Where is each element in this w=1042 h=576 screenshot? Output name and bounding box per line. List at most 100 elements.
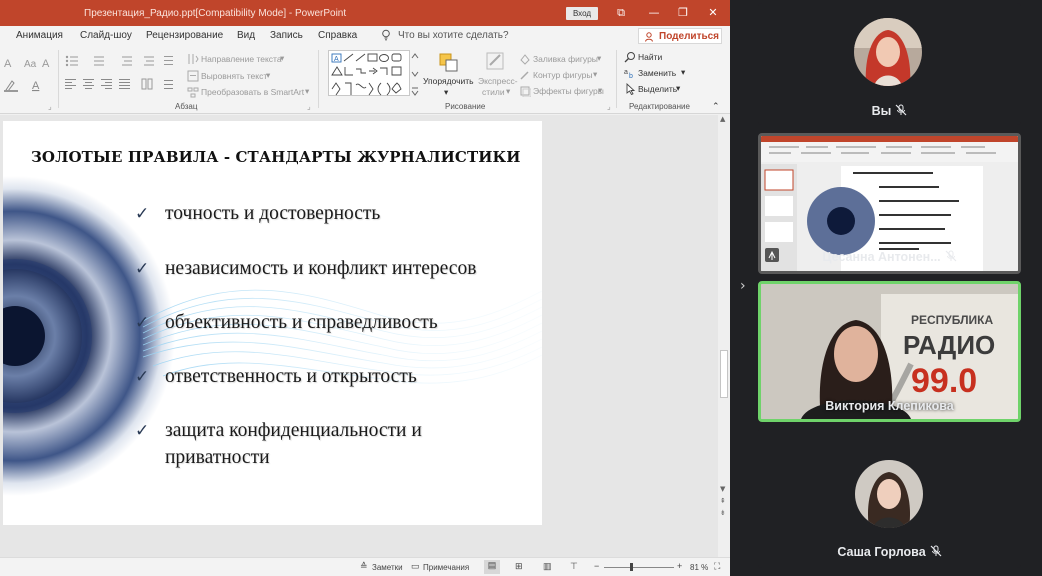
participant-name-p3: Виктория Клепикова — [825, 399, 954, 413]
fit-to-window-icon[interactable]: ⛶ — [714, 561, 720, 572]
bullet-text: объективность и справедливость — [165, 312, 438, 333]
mic-off-icon — [945, 250, 957, 262]
chevron-down-icon: ▾ — [676, 83, 681, 93]
ribbon: A Aa A A ⌟ Направление текста ▾ Выровнят… — [0, 46, 730, 114]
screen: Презентация_Радио.ppt[Compatibility Mode… — [0, 0, 1042, 576]
quick-styles-icon — [486, 52, 504, 70]
reading-view-icon[interactable]: ▥ — [543, 561, 552, 572]
participant-name-you: Вы — [758, 104, 1021, 118]
notes-button[interactable]: Заметки — [372, 563, 403, 572]
shape-outline-icon — [520, 71, 529, 80]
participant-tile-p4[interactable]: Саша Горлова — [758, 428, 1021, 568]
tab-record[interactable]: Запись — [270, 30, 303, 41]
tab-view[interactable]: Вид — [237, 30, 255, 41]
shape-outline-button[interactable]: Контур фигуры — [533, 70, 592, 80]
slide-editing-area: ЗОЛОТЫЕ ПРАВИЛА - СТАНДАРТЫ ЖУРНАЛИСТИКИ… — [0, 115, 718, 557]
participant-tile-speaking[interactable]: РЕСПУБЛИКА РАДИО 99.0 Виктория Клепикова — [758, 281, 1021, 422]
find-button[interactable]: Найти — [638, 52, 662, 62]
select-cursor-icon — [626, 83, 636, 95]
share-button[interactable]: Поделиться — [638, 28, 722, 44]
ribbon-separator — [58, 50, 59, 108]
participant-tile-you[interactable]: Вы — [758, 3, 1021, 125]
checkmark-icon: ✓ — [135, 313, 150, 333]
list-bullets-icons[interactable] — [64, 54, 184, 68]
vertical-scrollbar[interactable]: ▲ ▼ ⇞ ⇟ — [718, 115, 730, 557]
normal-view-icon[interactable]: ▤ — [484, 560, 500, 574]
smartart-icon — [187, 87, 199, 98]
quick-styles-label-2: стили — [482, 87, 505, 97]
zoom-slider-thumb[interactable] — [630, 563, 633, 571]
select-button[interactable]: Выделить — [638, 84, 677, 94]
drawing-group-label: Рисование — [445, 102, 486, 111]
tab-help[interactable]: Справка — [318, 30, 357, 41]
paragraph-dialog-launcher[interactable]: ⌟ — [307, 102, 311, 111]
participant-tile-screen-share[interactable]: Цесанна Антонен... — [758, 133, 1021, 274]
bullet-text-continued: приватности — [165, 447, 270, 468]
participant-name-label: Саша Горлова — [837, 545, 926, 559]
chevron-down-icon: ▾ — [444, 87, 449, 97]
avatar — [855, 460, 923, 528]
replace-button[interactable]: Заменить — [638, 68, 676, 78]
chevron-down-icon: ▾ — [598, 85, 603, 95]
checkmark-icon: ✓ — [135, 421, 150, 441]
shape-effects-button[interactable]: Эффекты фигуры — [533, 86, 604, 96]
bullet-text: ответственность и открытость — [165, 366, 417, 387]
scroll-up-icon[interactable]: ▲ — [720, 115, 725, 123]
tab-slideshow[interactable]: Слайд-шоу — [80, 30, 132, 41]
tab-review[interactable]: Рецензирование — [146, 30, 223, 41]
slide-sorter-icon[interactable]: ⊞ — [515, 561, 523, 572]
close-button[interactable]: ✕ — [704, 5, 722, 21]
text-direction-icon — [188, 54, 199, 64]
font-dialog-launcher[interactable]: ⌟ — [48, 102, 52, 111]
font-color-icons[interactable]: A — [4, 78, 54, 92]
scrollbar-thumb[interactable] — [720, 350, 728, 398]
tab-animations[interactable]: Анимация — [16, 30, 63, 41]
sign-in-button[interactable]: Вход — [566, 7, 598, 20]
arrange-button[interactable]: Упорядочить — [423, 76, 474, 86]
previous-slide-icon[interactable]: ⇞ — [720, 497, 726, 505]
slide-title[interactable]: ЗОЛОТЫЕ ПРАВИЛА - СТАНДАРТЫ ЖУРНАЛИСТИКИ — [31, 148, 521, 166]
checkmark-icon: ✓ — [135, 204, 150, 224]
participant-name-p4: Саша Горлова — [758, 545, 1021, 559]
font-case-icons[interactable]: A Aa A — [4, 56, 54, 70]
ribbon-display-icon[interactable]: ⧉ — [612, 5, 630, 21]
editing-group-label: Редактирование — [629, 102, 690, 111]
svg-text:РЕСПУБЛИКА: РЕСПУБЛИКА — [911, 313, 993, 327]
shape-fill-icon — [520, 54, 530, 65]
restore-button[interactable]: ❐ — [674, 5, 692, 21]
comments-button[interactable]: Примечания — [423, 563, 469, 572]
convert-smartart-button[interactable]: Преобразовать в SmartArt — [201, 87, 304, 97]
share-label: Поделиться — [659, 31, 720, 42]
chevron-right-icon[interactable]: › — [740, 278, 746, 294]
next-slide-icon[interactable]: ⇟ — [720, 509, 726, 517]
checkmark-icon: ✓ — [135, 259, 150, 279]
slide-canvas[interactable]: ЗОЛОТЫЕ ПРАВИЛА - СТАНДАРТЫ ЖУРНАЛИСТИКИ… — [3, 121, 542, 525]
zoom-in-icon[interactable]: + — [677, 561, 682, 571]
bullet-text: точность и достоверность — [165, 203, 381, 224]
document-title: Презентация_Радио.ppt[Compatibility Mode… — [84, 8, 347, 19]
shapes-gallery[interactable]: A — [328, 50, 410, 96]
chevron-down-icon: ▾ — [681, 67, 686, 77]
zoom-level[interactable]: 81 % — [690, 563, 708, 572]
slideshow-icon[interactable]: ⊤ — [570, 561, 578, 572]
avatar — [854, 18, 922, 86]
zoom-out-icon[interactable]: − — [594, 561, 599, 571]
gallery-scroll-icon[interactable] — [411, 50, 419, 96]
zoom-slider[interactable] — [604, 567, 674, 568]
quick-styles-button[interactable]: Экспресс- — [478, 76, 518, 86]
scroll-down-icon[interactable]: ▼ — [720, 485, 725, 493]
tell-me-search[interactable]: Что вы хотите сделать? — [398, 30, 509, 41]
collapse-ribbon-icon[interactable]: ⌃ — [712, 101, 720, 112]
search-icon — [624, 52, 635, 63]
align-icons[interactable] — [64, 77, 184, 91]
chevron-down-icon: ▾ — [266, 70, 271, 80]
shape-fill-button[interactable]: Заливка фигуры — [533, 54, 598, 64]
drawing-dialog-launcher[interactable]: ⌟ — [607, 102, 611, 111]
svg-text:Aa: Aa — [24, 59, 37, 70]
text-direction-button[interactable]: Направление текста — [201, 54, 282, 64]
avatar-photo — [855, 460, 923, 528]
minimize-button[interactable]: — — [645, 5, 663, 21]
align-text-button[interactable]: Выровнять текст — [201, 71, 267, 81]
ribbon-separator — [318, 50, 319, 108]
lightbulb-icon — [382, 29, 390, 41]
